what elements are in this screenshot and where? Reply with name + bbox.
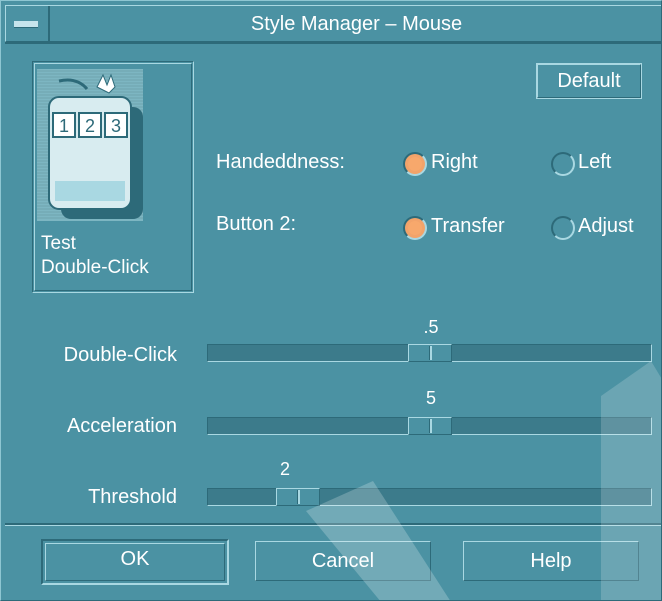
help-button[interactable]: Help [463,541,639,581]
radio-adjust-label[interactable]: Adjust [578,215,634,238]
ok-button-label[interactable]: OK [45,543,225,581]
double-click-label: Double-Click [63,344,177,366]
window-menu-icon[interactable] [6,6,50,42]
handedness-label: Handeddness: [216,151,345,173]
radio-left[interactable] [551,152,575,176]
title-bar[interactable]: Style Manager – Mouse [5,5,661,42]
window-title: Style Manager – Mouse [250,13,463,35]
radio-right-label[interactable]: Right [431,151,478,174]
mouse-button-1-number: 1 [59,116,69,136]
acceleration-slider-thumb[interactable] [408,417,452,435]
cancel-button[interactable]: Cancel [255,541,431,581]
test-label-line1: Test [41,233,76,254]
radio-transfer[interactable] [403,216,427,240]
threshold-slider-thumb[interactable] [276,488,320,506]
double-click-slider[interactable] [207,344,652,362]
threshold-slider[interactable] [207,488,652,506]
style-manager-window: Style Manager – Mouse 1 2 3 Test Double-… [0,0,662,601]
radio-transfer-label[interactable]: Transfer [431,215,505,238]
title-separator [5,42,661,44]
button-separator [5,523,661,526]
threshold-value: 2 [279,459,290,479]
button2-label: Button 2: [216,213,297,235]
ok-button[interactable]: OK [41,539,229,585]
double-click-value: .5 [423,317,439,337]
radio-adjust[interactable] [551,216,575,240]
double-click-slider-thumb[interactable] [408,344,452,362]
default-button[interactable]: Default [536,63,642,99]
radio-left-label[interactable]: Left [578,151,611,174]
mouse-button-3-number: 3 [111,116,121,136]
acceleration-slider[interactable] [207,417,652,435]
radio-right[interactable] [403,152,427,176]
acceleration-value: 5 [425,388,436,408]
test-label-line2: Double-Click [41,257,149,278]
mouse-button-2-number: 2 [85,116,95,136]
acceleration-label: Acceleration [66,415,177,437]
threshold-label: Threshold [88,486,177,508]
mouse-icon: 1 2 3 [37,69,143,221]
